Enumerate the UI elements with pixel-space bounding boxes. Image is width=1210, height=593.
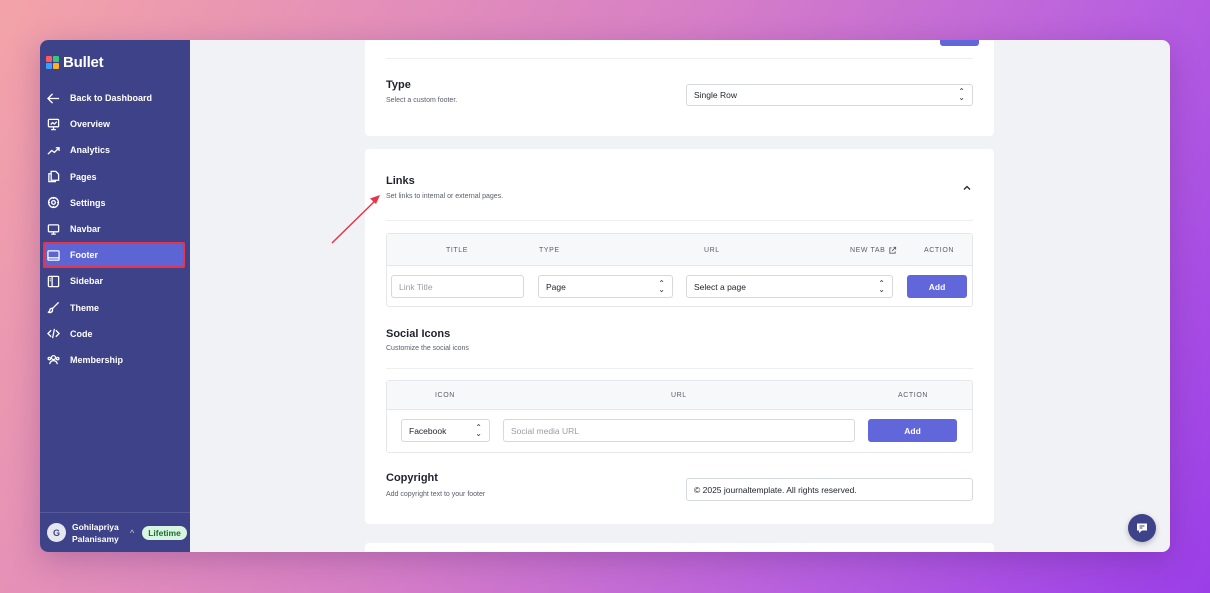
col-icon: ICON bbox=[435, 392, 455, 399]
copyright-subtitle: Add copyright text to your footer bbox=[386, 491, 486, 498]
gear-icon bbox=[47, 197, 60, 209]
social-icon-select[interactable]: Facebook ⌃ ⌄ bbox=[401, 419, 490, 442]
code-icon bbox=[47, 329, 60, 339]
sidebar-item-label: Analytics bbox=[70, 145, 111, 156]
bullet-logo-icon bbox=[46, 56, 59, 69]
footer-type-select[interactable]: Single Row ⌃ ⌄ bbox=[686, 84, 973, 106]
divider bbox=[386, 220, 973, 221]
type-card: Type Select a custom footer. Single Row … bbox=[365, 40, 994, 136]
sidebar-item-back-to-dashboard[interactable]: Back to Dashboard bbox=[40, 85, 190, 111]
social-icon-value: Facebook bbox=[409, 425, 447, 436]
sidebar-item-label: Navbar bbox=[70, 224, 101, 235]
footer-type-value: Single Row bbox=[694, 90, 737, 100]
col-action: ACTION bbox=[924, 246, 955, 254]
brand[interactable]: Bullet bbox=[46, 54, 104, 71]
chat-bubble-icon bbox=[1137, 523, 1147, 533]
divider bbox=[386, 58, 973, 59]
footer-layout-icon bbox=[47, 249, 60, 261]
sidebar-item-label: Pages bbox=[70, 171, 97, 182]
sidebar-item-sidebar[interactable]: Sidebar bbox=[40, 268, 190, 294]
col-url: URL bbox=[671, 392, 687, 399]
type-subtitle: Select a custom footer. bbox=[386, 97, 458, 104]
col-title: TITLE bbox=[446, 246, 469, 254]
brand-name: Bullet bbox=[63, 54, 104, 71]
select-chevron-icon: ⌃ ⌄ bbox=[878, 278, 885, 294]
sidebar-nav: Back to Dashboard Overview Analytics Pag… bbox=[40, 85, 190, 373]
trend-up-icon bbox=[47, 147, 60, 155]
save-button[interactable] bbox=[940, 40, 979, 46]
chat-support-button[interactable] bbox=[1128, 514, 1156, 542]
annotation-arrow-icon bbox=[331, 195, 380, 244]
social-icons-table: ICON URL ACTION Facebook ⌃ ⌄ Social media… bbox=[386, 380, 973, 453]
avatar: G bbox=[47, 523, 66, 542]
footer-settings-card: Links Set links to internal or external … bbox=[365, 149, 994, 524]
copyright-title: Copyright bbox=[386, 472, 438, 484]
copyright-input[interactable]: © 2025 journaltemplate. All rights reser… bbox=[686, 478, 973, 501]
add-link-button[interactable]: Add bbox=[907, 275, 967, 298]
add-social-button[interactable]: Add bbox=[868, 419, 957, 442]
sidebar-item-settings[interactable]: Settings bbox=[40, 190, 190, 216]
type-title: Type bbox=[386, 79, 411, 91]
sidebar-item-pages[interactable]: Pages bbox=[40, 164, 190, 190]
select-chevron-icon: ⌃ ⌄ bbox=[658, 278, 665, 294]
divider bbox=[386, 368, 973, 369]
sidebar-item-label: Code bbox=[70, 328, 93, 339]
col-type: TYPE bbox=[539, 246, 560, 254]
next-card bbox=[365, 543, 994, 552]
sidebar-item-code[interactable]: Code bbox=[40, 321, 190, 347]
link-type-value: Page bbox=[546, 281, 566, 292]
social-table-header: ICON URL ACTION bbox=[387, 381, 972, 410]
main-content: Type Select a custom footer. Single Row … bbox=[190, 40, 1170, 552]
select-chevron-icon: ⌃ ⌄ bbox=[958, 87, 965, 102]
copy-pages-icon bbox=[48, 170, 60, 183]
social-icons-subtitle: Customize the social icons bbox=[386, 345, 469, 352]
users-icon bbox=[47, 355, 60, 365]
col-new-tab-label: NEW TAB bbox=[850, 246, 886, 254]
links-subtitle: Set links to internal or external pages. bbox=[386, 193, 504, 200]
sidebar-item-label: Sidebar bbox=[70, 276, 104, 287]
col-new-tab: NEW TAB bbox=[850, 234, 897, 266]
select-chevron-icon: ⌃ ⌄ bbox=[475, 422, 482, 438]
sidebar-item-label: Settings bbox=[70, 197, 106, 208]
col-action: ACTION bbox=[898, 392, 929, 399]
sidebar-item-label: Theme bbox=[70, 302, 100, 313]
links-table: TITLE TYPE URL NEW TAB ACTION Link Title… bbox=[386, 233, 973, 307]
social-url-input[interactable]: Social media URL bbox=[503, 419, 855, 442]
sidebar-item-label: Membership bbox=[70, 354, 124, 365]
sidebar-layout-icon bbox=[47, 275, 60, 288]
presentation-icon bbox=[47, 118, 60, 131]
links-title: Links bbox=[386, 175, 415, 187]
sidebar-item-label: Footer bbox=[70, 250, 98, 261]
sidebar-item-membership[interactable]: Membership bbox=[40, 347, 190, 373]
monitor-icon bbox=[47, 223, 60, 235]
col-url: URL bbox=[704, 246, 720, 254]
social-icons-title: Social Icons bbox=[386, 328, 451, 340]
arrow-left-icon bbox=[47, 92, 60, 104]
user-name: Gohilapriya Palanisamy bbox=[72, 521, 119, 544]
plan-badge: Lifetime bbox=[142, 525, 187, 540]
chevron-up-icon[interactable]: ^ bbox=[130, 528, 134, 538]
sidebar-item-label: Overview bbox=[70, 119, 111, 130]
external-link-icon bbox=[889, 246, 897, 254]
links-table-header: TITLE TYPE URL NEW TAB ACTION bbox=[387, 234, 972, 266]
brush-icon bbox=[47, 302, 60, 314]
link-url-value: Select a page bbox=[694, 281, 746, 292]
user-profile[interactable]: G Gohilapriya Palanisamy ^ Lifetime bbox=[40, 512, 190, 552]
link-url-select[interactable]: Select a page ⌃ ⌄ bbox=[686, 275, 893, 298]
link-type-select[interactable]: Page ⌃ ⌄ bbox=[538, 275, 673, 298]
sidebar-item-theme[interactable]: Theme bbox=[40, 295, 190, 321]
chevron-up-icon[interactable] bbox=[962, 183, 972, 193]
sidebar-item-label: Back to Dashboard bbox=[70, 93, 153, 104]
sidebar-item-footer[interactable]: Footer bbox=[43, 242, 185, 269]
sidebar-item-analytics[interactable]: Analytics bbox=[40, 137, 190, 163]
sidebar-item-overview[interactable]: Overview bbox=[40, 111, 190, 137]
sidebar: Bullet Back to Dashboard Overview Analyt… bbox=[40, 40, 190, 552]
link-title-input[interactable]: Link Title bbox=[391, 275, 524, 298]
app-window: Bullet Back to Dashboard Overview Analyt… bbox=[40, 40, 1170, 552]
sidebar-item-navbar[interactable]: Navbar bbox=[40, 216, 190, 242]
